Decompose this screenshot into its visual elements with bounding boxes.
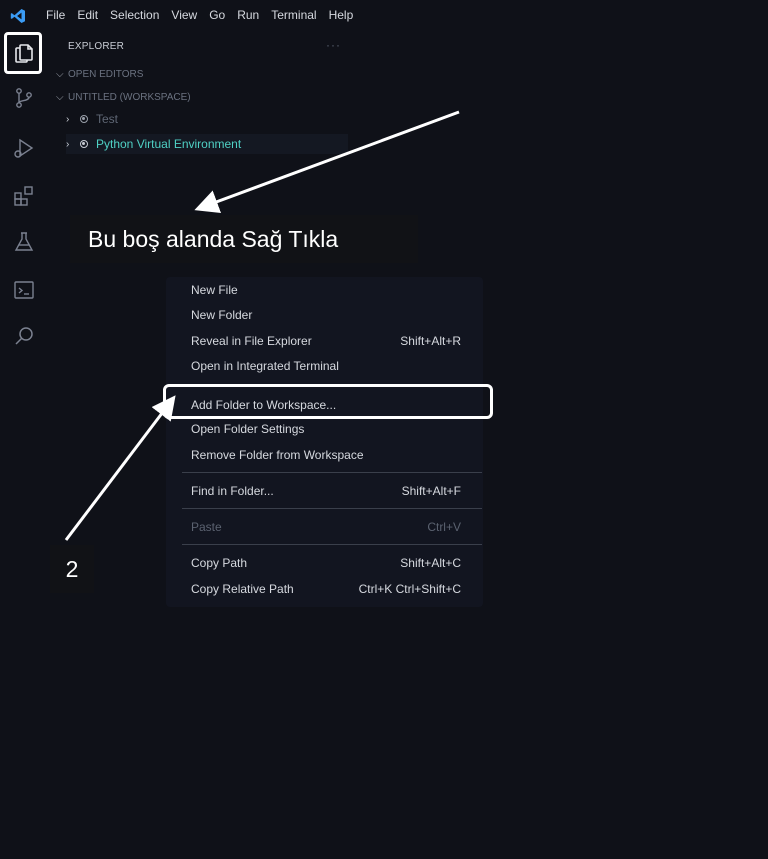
arrow-to-add-folder — [64, 395, 176, 541]
annotation-step-number: 2 — [50, 545, 94, 593]
annotation-right-click-label: Bu boş alanda Sağ Tıkla — [70, 215, 418, 263]
arrow-to-empty-area — [194, 110, 460, 213]
annotation-arrows — [64, 110, 460, 541]
